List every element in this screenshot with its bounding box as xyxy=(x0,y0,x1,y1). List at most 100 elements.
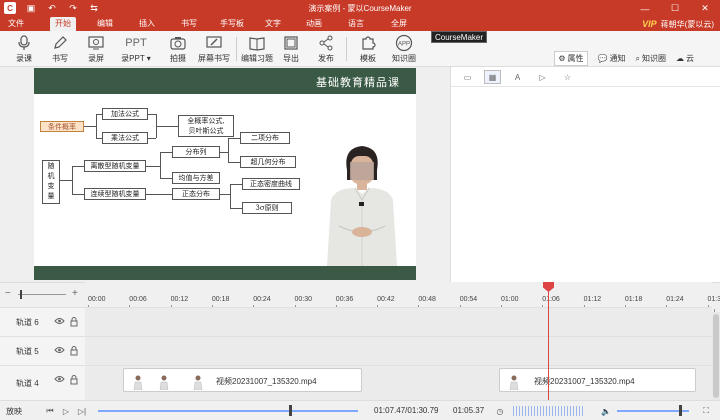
screen-write-button[interactable]: 屏幕书写 xyxy=(196,33,232,65)
node-three-sigma-rule: 3σ原则 xyxy=(242,202,292,214)
record-screen-button[interactable]: 录屏 xyxy=(80,33,112,65)
menu-animation[interactable]: 动画 xyxy=(303,17,325,31)
ruler-tick-label: 00:00 xyxy=(88,296,106,303)
zoom-out-icon[interactable]: − xyxy=(5,288,11,299)
ruler-tick-label: 00:42 xyxy=(377,296,395,303)
position-display: 01:05.37 xyxy=(453,406,485,415)
play-icon[interactable]: ▷ xyxy=(60,405,72,417)
minimize-icon[interactable]: — xyxy=(630,0,660,17)
volume-icon[interactable]: 🔈 xyxy=(600,405,612,417)
node-total-bayes-formula: 全概率公式, 贝叶斯公式 xyxy=(178,115,234,137)
connector xyxy=(146,166,160,167)
scrollbar-thumb[interactable] xyxy=(713,314,719,398)
tab-grid-icon[interactable]: ▦ xyxy=(484,70,501,84)
knowledge-circle-link[interactable]: ⌕ 知识圈 xyxy=(636,53,666,64)
menu-handwrite-board[interactable]: 手写板 xyxy=(217,17,247,31)
record-lesson-button[interactable]: 录课 xyxy=(8,33,40,65)
tab-media-icon[interactable]: ▷ xyxy=(534,70,551,84)
ruler-tick-label: 01:12 xyxy=(583,296,602,303)
menu-insert[interactable]: 插入 xyxy=(136,17,158,31)
eye-icon[interactable] xyxy=(54,317,65,327)
clock-icon[interactable]: ◷ xyxy=(494,405,506,417)
write-button[interactable]: 书写 xyxy=(44,33,76,65)
menu-start[interactable]: 开始 xyxy=(50,17,76,31)
cloud-label: 云 xyxy=(686,54,694,63)
tab-page-icon[interactable]: ▭ xyxy=(459,70,476,84)
menu-edit[interactable]: 编辑 xyxy=(94,17,116,31)
panel-tabs: ▭ ▦ A ▷ ☆ xyxy=(459,70,576,84)
next-icon[interactable]: ▷| xyxy=(76,405,88,417)
tab-text-icon[interactable]: A xyxy=(509,70,526,84)
menu-language[interactable]: 语言 xyxy=(345,17,367,31)
microphone-icon xyxy=(8,33,40,53)
export-button[interactable]: 导出 xyxy=(275,33,307,65)
tab-star-icon[interactable]: ☆ xyxy=(559,70,576,84)
template-button[interactable]: 模板 xyxy=(352,33,384,65)
edit-quiz-button[interactable]: 编辑习题 xyxy=(240,33,274,65)
ruler-tick-label: 00:54 xyxy=(459,296,478,303)
user-name[interactable]: 蒋朝华(蒙以云) xyxy=(661,19,714,30)
timeline-scrollbar[interactable] xyxy=(712,312,720,400)
ruler-tick-label: 01:00 xyxy=(501,296,519,303)
progress-handle[interactable] xyxy=(289,405,293,416)
connector xyxy=(160,152,161,178)
panel-divider xyxy=(451,86,720,87)
menu-file[interactable]: 文件 xyxy=(6,17,26,31)
lock-icon[interactable] xyxy=(70,375,78,387)
slide-canvas[interactable]: 基础教育精品课 条件概率 加法公式 乘法公式 全概率公式, 贝叶斯公式 随 机 … xyxy=(34,68,416,280)
ruler-tick-label: 00:24 xyxy=(253,296,271,303)
menu-text[interactable]: 文字 xyxy=(262,17,284,31)
lock-icon[interactable] xyxy=(70,317,78,329)
zoom-slider[interactable] xyxy=(18,294,66,295)
fullscreen-icon[interactable]: ⛶ xyxy=(700,405,712,417)
progress-track[interactable] xyxy=(98,410,358,412)
zoom-in-icon[interactable]: + xyxy=(72,288,78,299)
node-binomial: 二项分布 xyxy=(240,132,290,144)
eye-icon[interactable] xyxy=(54,375,65,385)
ruler-tick-label: 00:36 xyxy=(335,296,354,303)
tool-label: 录PPT ▾ xyxy=(121,54,151,63)
tool-label: 屏幕书写 xyxy=(198,54,230,63)
menu-fullscreen[interactable]: 全屏 xyxy=(388,17,410,31)
ruler-tick-label: 01:24 xyxy=(666,296,684,303)
book-icon xyxy=(240,33,274,53)
publish-button[interactable]: 发布 xyxy=(310,33,342,65)
node-addition-formula: 加法公式 xyxy=(102,108,148,120)
presenter-video[interactable] xyxy=(317,140,407,266)
lock-icon[interactable] xyxy=(70,346,78,358)
present-button[interactable]: 放映 xyxy=(6,406,22,417)
connector xyxy=(160,178,172,179)
toolbar-right-group: ⚙ 属性 💬 通知 ⌕ 知识圈 ☁ 云 xyxy=(554,51,694,66)
video-clip[interactable]: 视频20231007_135320.mp4 xyxy=(499,368,696,392)
maximize-icon[interactable]: ☐ xyxy=(660,0,690,17)
video-clip[interactable]: 视频20231007_135320.mp4 xyxy=(123,368,362,392)
properties-button[interactable]: ⚙ 属性 xyxy=(554,51,588,66)
track-row: 轨道 5 xyxy=(0,336,712,366)
ruler-tick-label: 00:48 xyxy=(418,296,436,303)
eye-icon[interactable] xyxy=(54,346,65,356)
record-ppt-button[interactable]: PPT 录PPT ▾ xyxy=(116,33,156,65)
notification-button[interactable]: 💬 通知 xyxy=(598,53,626,64)
search-icon: ⌕ xyxy=(635,53,640,63)
ruler-tick-label: 01:30 xyxy=(707,296,720,303)
connector xyxy=(72,166,84,167)
shoot-button[interactable]: 拍摄 xyxy=(162,33,194,65)
volume-track[interactable] xyxy=(617,410,689,412)
previous-icon[interactable]: ⏮ xyxy=(44,405,56,417)
track-body[interactable] xyxy=(85,337,712,366)
tool-label: 编辑习题 xyxy=(241,54,273,63)
track-body[interactable]: 视频20231007_135320.mp4 视频20231007_135320.… xyxy=(85,366,712,401)
ruler-tick-label: 00:06 xyxy=(129,296,147,303)
zoom-slider-handle[interactable] xyxy=(20,290,22,299)
pen-icon xyxy=(44,33,76,53)
knowledge-circle-button[interactable]: APP 知识圈 xyxy=(388,33,420,65)
node-random-variable: 随 机 变 量 xyxy=(42,160,60,204)
volume-handle[interactable] xyxy=(679,405,683,416)
track-body[interactable] xyxy=(85,308,712,337)
playhead-line[interactable] xyxy=(548,282,549,400)
close-icon[interactable]: ✕ xyxy=(690,0,720,17)
vip-badge[interactable]: VIP xyxy=(642,19,657,29)
cloud-button[interactable]: ☁ 云 xyxy=(676,53,694,64)
screen-write-icon xyxy=(196,33,232,53)
menu-write[interactable]: 书写 xyxy=(178,17,200,31)
